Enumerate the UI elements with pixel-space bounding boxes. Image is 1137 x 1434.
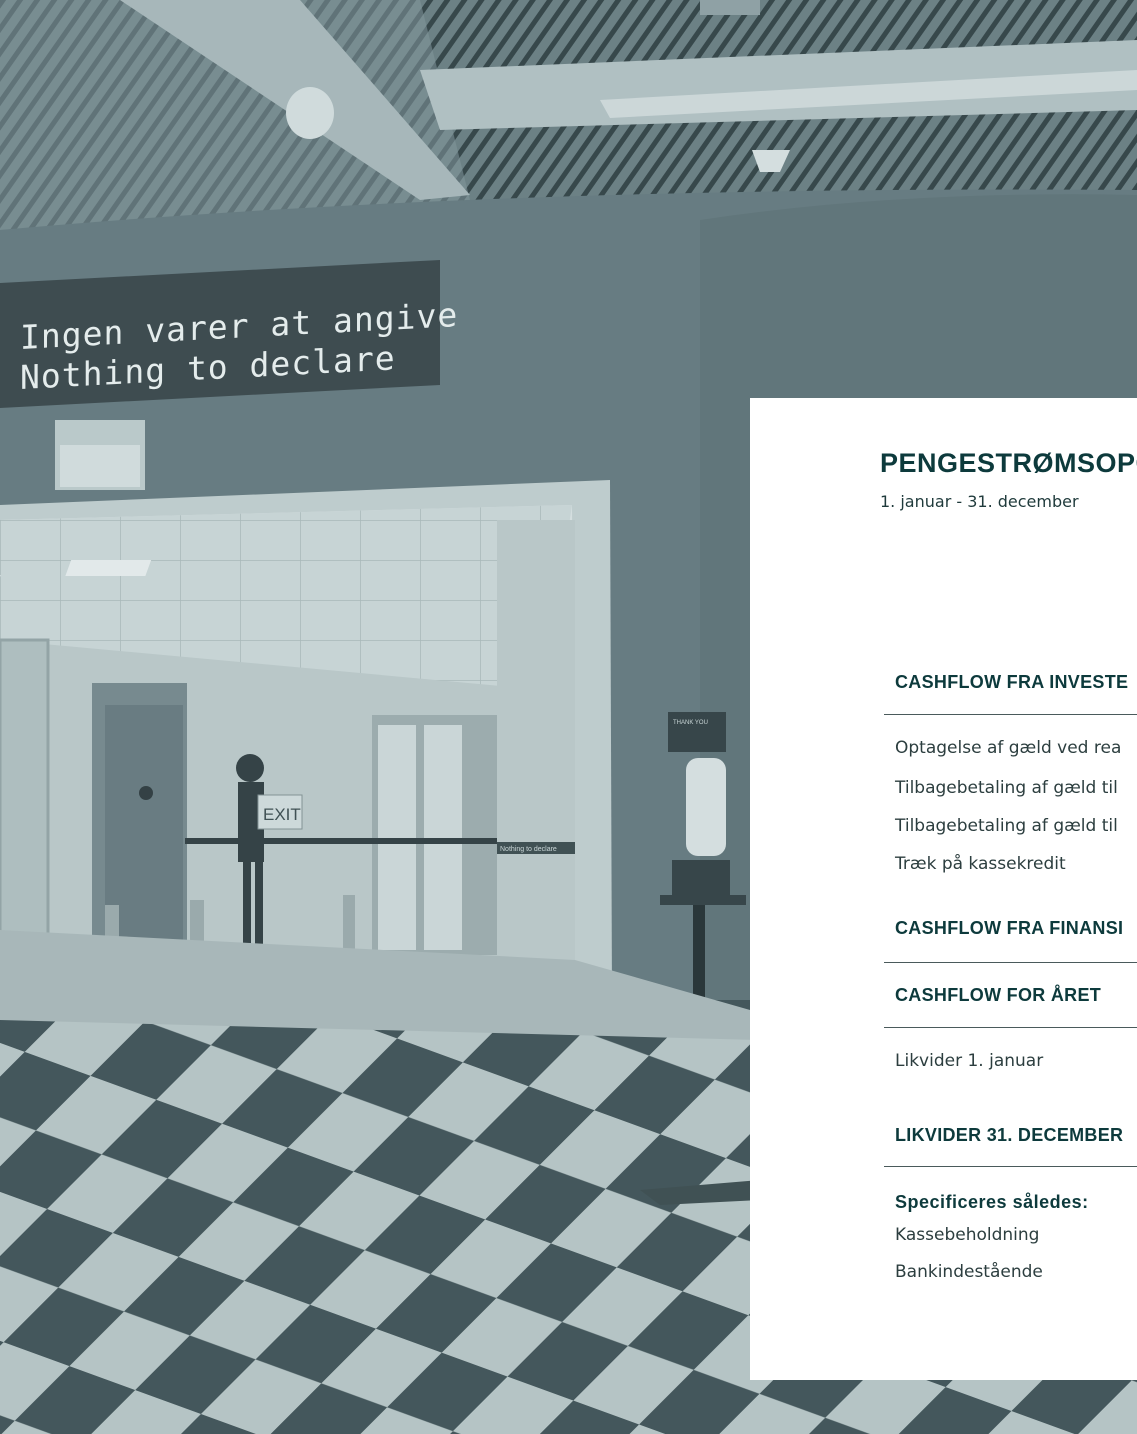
closing-cash-header: LIKVIDER 31. DECEMBER	[895, 1125, 1124, 1145]
row-bank-deposits: Bankindestående	[895, 1262, 1043, 1282]
row-debt-repaid-1: Tilbagebetaling af gæld til	[895, 778, 1118, 798]
statement-period: 1. januar - 31. december	[880, 492, 1079, 511]
row-cash-on-hand: Kassebeholdning	[895, 1225, 1040, 1245]
year-cashflow-header: CASHFLOW FOR ÅRET	[895, 985, 1102, 1005]
row-opening-cash: Likvider 1. januar	[895, 1051, 1044, 1071]
divider	[884, 962, 1137, 963]
row-overdraft: Træk på kassekredit	[895, 854, 1066, 874]
divider	[884, 714, 1137, 715]
financing-header: CASHFLOW FRA FINANSI	[895, 918, 1124, 938]
specified-label: Specificeres således:	[895, 1192, 1089, 1212]
row-debt-repaid-2: Tilbagebetaling af gæld til	[895, 816, 1118, 836]
statement-title: PENGESTRØMSOPG	[880, 448, 1137, 478]
divider	[884, 1166, 1137, 1167]
row-debt-raised: Optagelse af gæld ved rea	[895, 738, 1122, 758]
divider	[884, 1027, 1137, 1028]
cashflow-statement-panel: PENGESTRØMSOPG 1. januar - 31. december …	[750, 398, 1137, 1380]
investing-header: CASHFLOW FRA INVESTE	[895, 672, 1129, 692]
